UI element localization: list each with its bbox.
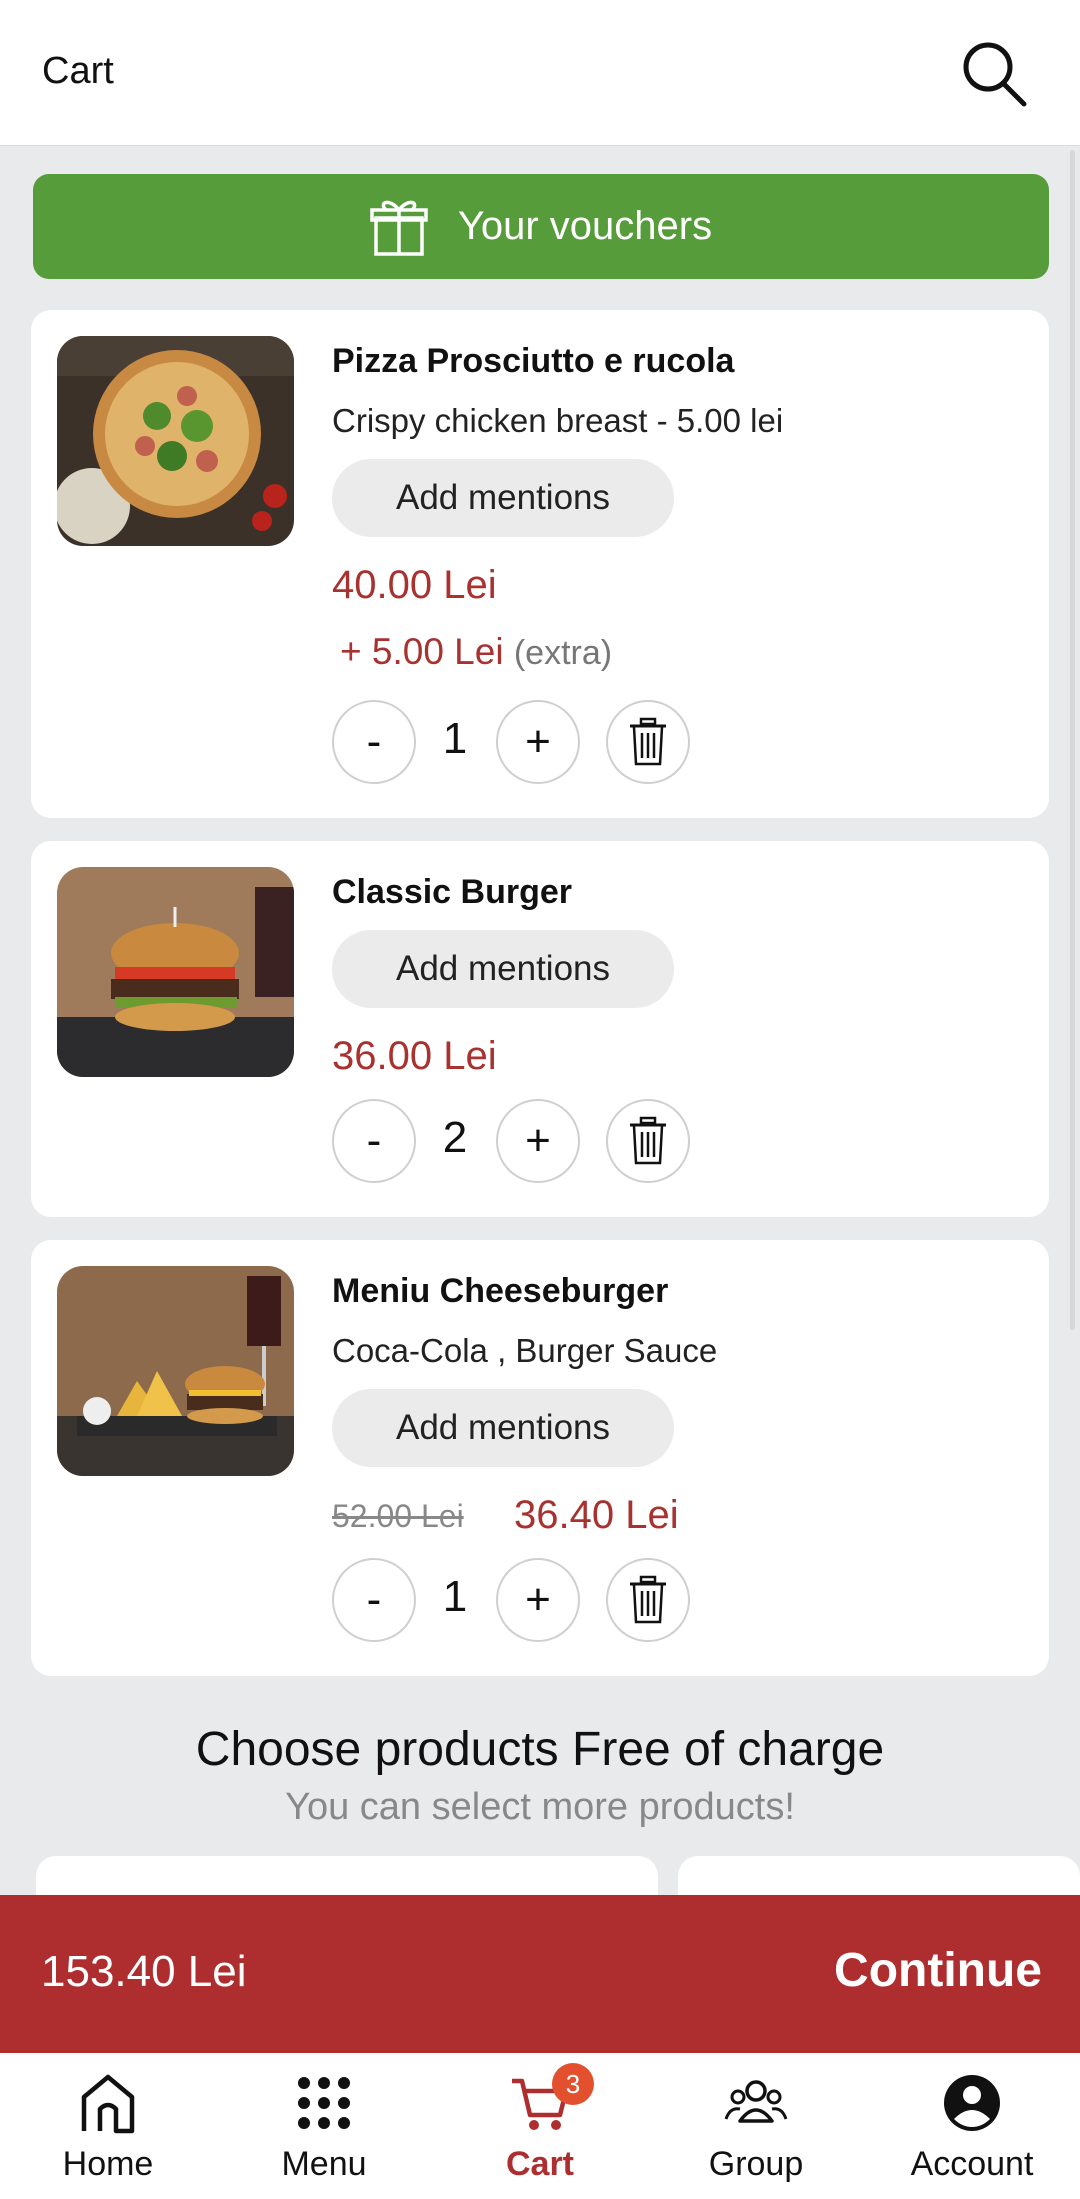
nav-label: Home bbox=[62, 2145, 154, 2183]
checkout-bar: 153.40 Lei Continue bbox=[0, 1895, 1080, 2053]
product-name: Meniu Cheeseburger bbox=[332, 1272, 669, 1310]
quantity-value: 1 bbox=[442, 1572, 468, 1621]
gift-icon bbox=[370, 200, 428, 256]
account-icon bbox=[944, 2075, 1000, 2131]
nav-label: Account bbox=[910, 2145, 1034, 2183]
product-price: 36.40 Lei bbox=[514, 1493, 679, 1537]
vouchers-button[interactable]: Your vouchers bbox=[33, 174, 1049, 279]
free-products-title: Choose products Free of charge bbox=[195, 1723, 885, 1776]
decrease-quantity-button[interactable]: - bbox=[332, 700, 416, 784]
vouchers-label: Your vouchers bbox=[457, 204, 713, 248]
product-options: Crispy chicken breast - 5.00 lei bbox=[332, 402, 784, 439]
nav-cart[interactable]: 3 Cart bbox=[432, 2053, 648, 2199]
top-app-bar: Cart bbox=[0, 0, 1080, 146]
quantity-value: 2 bbox=[442, 1113, 468, 1162]
bottom-navigation: Home Menu 3 Cart Group Account bbox=[0, 2053, 1080, 2199]
nav-home[interactable]: Home bbox=[0, 2053, 216, 2199]
nav-label: Group bbox=[708, 2145, 804, 2183]
product-image bbox=[57, 1266, 294, 1476]
delete-item-button[interactable] bbox=[606, 1099, 690, 1183]
product-image bbox=[57, 336, 294, 546]
decrease-quantity-button[interactable]: - bbox=[332, 1099, 416, 1183]
product-name: Pizza Prosciutto e rucola bbox=[332, 342, 735, 380]
page-title: Cart bbox=[42, 50, 114, 92]
nav-group[interactable]: Group bbox=[648, 2053, 864, 2199]
decrease-quantity-button[interactable]: - bbox=[332, 1558, 416, 1642]
extra-note: (extra) bbox=[513, 634, 613, 672]
grid-icon bbox=[298, 2077, 350, 2129]
nav-label: Menu bbox=[281, 2145, 367, 2183]
free-product-card[interactable] bbox=[678, 1856, 1080, 1896]
add-mentions-button[interactable]: Add mentions bbox=[332, 459, 674, 537]
extra-price: + 5.00 Lei (extra) bbox=[340, 631, 612, 673]
trash-icon bbox=[630, 717, 666, 766]
free-products-subtitle: You can select more products! bbox=[285, 1786, 795, 1828]
extra-price-value: + 5.00 Lei bbox=[340, 631, 504, 672]
cart-count-badge: 3 bbox=[552, 2063, 594, 2105]
nav-account[interactable]: Account bbox=[864, 2053, 1080, 2199]
product-options: Coca-Cola , Burger Sauce bbox=[332, 1332, 718, 1369]
add-mentions-button[interactable]: Add mentions bbox=[332, 930, 674, 1008]
scrollbar[interactable] bbox=[1070, 150, 1075, 1330]
increase-quantity-button[interactable]: + bbox=[496, 1558, 580, 1642]
increase-quantity-button[interactable]: + bbox=[496, 1099, 580, 1183]
trash-icon bbox=[630, 1116, 666, 1165]
original-price: 52.00 Lei bbox=[332, 1498, 464, 1534]
free-product-card[interactable] bbox=[36, 1856, 658, 1896]
quantity-value: 1 bbox=[442, 714, 468, 763]
home-icon bbox=[81, 2074, 135, 2134]
continue-button[interactable]: Continue bbox=[834, 1943, 1042, 1998]
group-icon bbox=[724, 2080, 788, 2123]
product-price: 36.00 Lei bbox=[332, 1034, 497, 1078]
delete-item-button[interactable] bbox=[606, 1558, 690, 1642]
cart-item-cheeseburger-menu: Meniu Cheeseburger Coca-Cola , Burger Sa… bbox=[31, 1240, 1049, 1676]
nav-label: Cart bbox=[505, 2145, 575, 2183]
trash-icon bbox=[630, 1575, 666, 1624]
search-icon[interactable] bbox=[958, 38, 1028, 108]
product-image bbox=[57, 867, 294, 1077]
cart-item-burger: Classic Burger Add mentions 36.00 Lei - … bbox=[31, 841, 1049, 1217]
cart-item-pizza: Pizza Prosciutto e rucola Crispy chicken… bbox=[31, 310, 1049, 818]
product-name: Classic Burger bbox=[332, 873, 572, 911]
delete-item-button[interactable] bbox=[606, 700, 690, 784]
add-mentions-button[interactable]: Add mentions bbox=[332, 1389, 674, 1467]
increase-quantity-button[interactable]: + bbox=[496, 700, 580, 784]
cart-total: 153.40 Lei bbox=[41, 1947, 247, 1996]
nav-menu[interactable]: Menu bbox=[216, 2053, 432, 2199]
product-price: 40.00 Lei bbox=[332, 563, 497, 607]
